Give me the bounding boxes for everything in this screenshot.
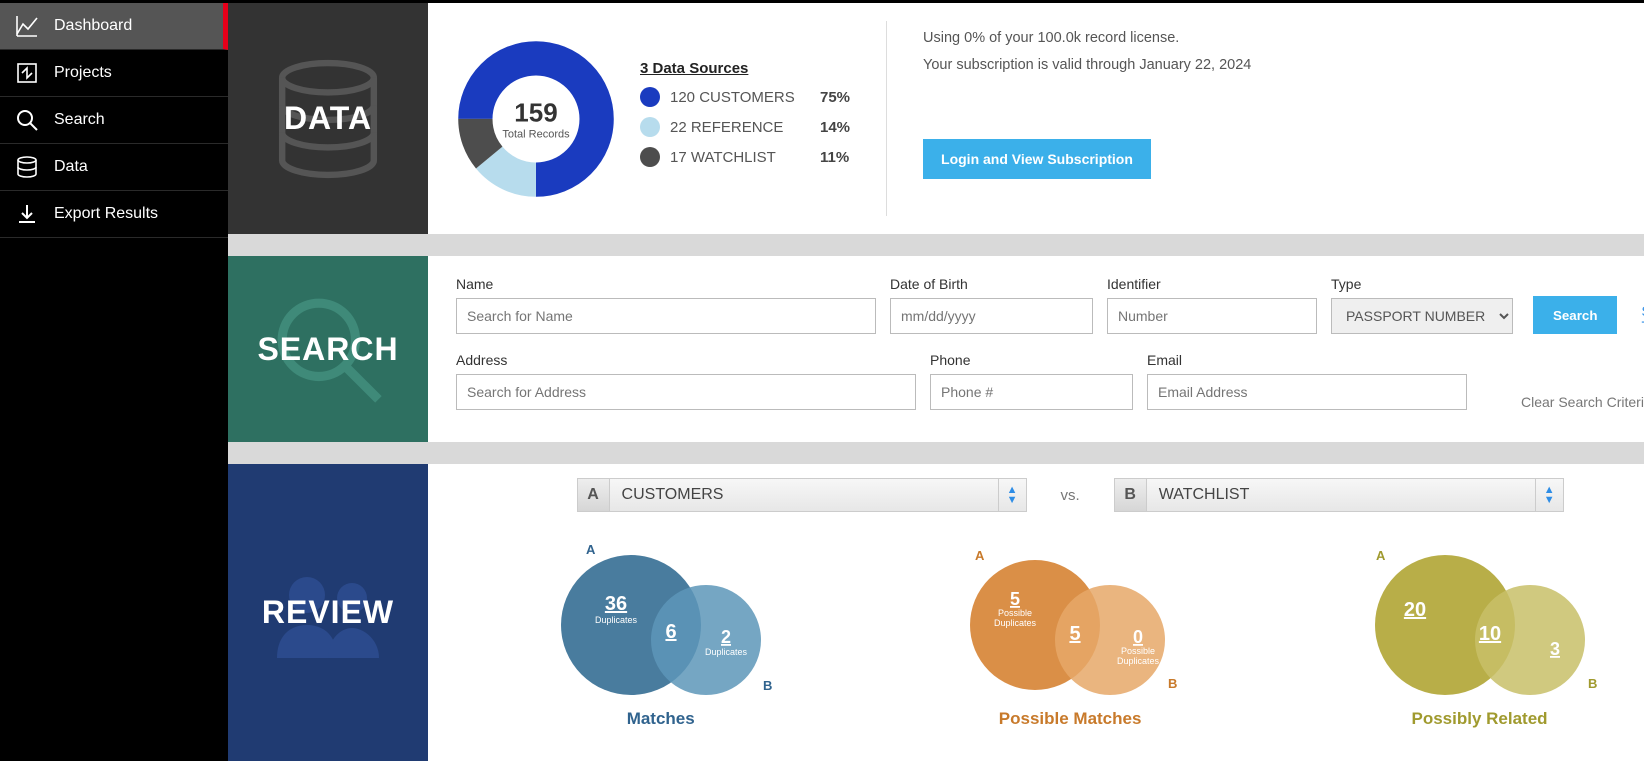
legend-dot-watchlist <box>640 147 660 167</box>
nav-dashboard[interactable]: Dashboard <box>0 3 228 50</box>
license-usage-text: Using 0% of your 100.0k record license. <box>923 25 1644 52</box>
login-subscription-button[interactable]: Login and View Subscription <box>923 139 1151 179</box>
review-panel-title: REVIEW <box>262 594 394 631</box>
selector-b-arrows[interactable]: ▲▼ <box>1535 479 1563 511</box>
dob-label: Date of Birth <box>890 276 1093 292</box>
selector-a-badge: A <box>578 479 610 511</box>
venn-matches: A 36 Duplicates 6 2 Duplicates B Matches <box>531 530 791 729</box>
svg-text:B: B <box>763 678 772 693</box>
search-panel-body: Name Date of Birth Identifier Type <box>428 256 1644 442</box>
type-select[interactable]: PASSPORT NUMBER <box>1331 298 1513 334</box>
phone-input[interactable] <box>930 374 1133 410</box>
clear-search-link[interactable]: Clear Search Criteria <box>1521 394 1644 410</box>
nav-search-label: Search <box>54 111 105 129</box>
svg-text:Duplicates: Duplicates <box>1117 656 1160 666</box>
selector-b-value: WATCHLIST <box>1147 479 1535 511</box>
svg-text:A: A <box>586 542 596 557</box>
selector-b-badge: B <box>1115 479 1147 511</box>
dashboard-icon <box>14 13 40 39</box>
total-records-value: 159 <box>502 97 569 128</box>
legend-dot-reference <box>640 117 660 137</box>
nav-dashboard-label: Dashboard <box>54 17 132 35</box>
selector-b[interactable]: B WATCHLIST ▲▼ <box>1114 478 1564 512</box>
svg-text:A: A <box>975 548 985 563</box>
legend-dot-customers <box>640 87 660 107</box>
venn-possible: A 5 Possible Duplicates 5 0 Possible Dup… <box>940 530 1200 729</box>
data-panel-body: 159 Total Records 3 Data Sources 120 CUS… <box>428 3 1644 234</box>
data-panel-title: DATA <box>284 100 372 137</box>
email-input[interactable] <box>1147 374 1467 410</box>
svg-text:A: A <box>1376 548 1386 563</box>
export-icon <box>14 201 40 227</box>
svg-text:0: 0 <box>1133 627 1143 647</box>
name-input[interactable] <box>456 298 876 334</box>
venn-related-title: Possibly Related <box>1350 709 1610 729</box>
legend-watchlist: 17 WATCHLIST 11% <box>640 147 850 167</box>
type-label: Type <box>1331 276 1513 292</box>
vs-label: vs. <box>1061 487 1080 504</box>
name-label: Name <box>456 276 876 292</box>
data-sources-title[interactable]: 3 Data Sources <box>640 60 850 77</box>
identifier-input[interactable] <box>1107 298 1317 334</box>
svg-text:5: 5 <box>1010 589 1020 609</box>
search-panel-title: SEARCH <box>257 331 398 368</box>
selector-a[interactable]: A CUSTOMERS ▲▼ <box>577 478 1027 512</box>
search-panel-header: SEARCH <box>228 256 428 442</box>
svg-text:20: 20 <box>1403 599 1425 621</box>
svg-text:3: 3 <box>1550 639 1560 659</box>
nav-export-label: Export Results <box>54 205 158 223</box>
legend-reference: 22 REFERENCE 14% <box>640 117 850 137</box>
nav-projects-label: Projects <box>54 64 112 82</box>
svg-text:6: 6 <box>665 621 676 643</box>
svg-text:5: 5 <box>1070 623 1081 645</box>
data-donut-chart: 159 Total Records <box>456 39 616 199</box>
svg-text:Duplicates: Duplicates <box>705 647 748 657</box>
search-button[interactable]: Search <box>1533 296 1617 334</box>
data-icon <box>14 154 40 180</box>
nav-data[interactable]: Data <box>0 144 228 191</box>
projects-icon <box>14 60 40 86</box>
nav-projects[interactable]: Projects <box>0 50 228 97</box>
svg-text:10: 10 <box>1478 623 1500 645</box>
nav-data-label: Data <box>54 158 88 176</box>
identifier-label: Identifier <box>1107 276 1317 292</box>
selector-a-arrows[interactable]: ▲▼ <box>998 479 1026 511</box>
data-panel-header: DATA <box>228 3 428 234</box>
nav-search[interactable]: Search <box>0 97 228 144</box>
review-panel-header: REVIEW <box>228 464 428 761</box>
data-divider <box>886 21 887 216</box>
email-label: Email <box>1147 352 1467 368</box>
venn-matches-title: Matches <box>531 709 791 729</box>
phone-label: Phone <box>930 352 1133 368</box>
selector-a-value: CUSTOMERS <box>610 479 998 511</box>
svg-text:Possible: Possible <box>998 608 1032 618</box>
license-expiry-text: Your subscription is valid through Janua… <box>923 52 1644 79</box>
dob-input[interactable] <box>890 298 1093 334</box>
search-icon <box>14 107 40 133</box>
svg-text:2: 2 <box>721 627 731 647</box>
venn-related: A 20 10 3 B Possibly Related <box>1350 530 1610 729</box>
review-panel-body: A CUSTOMERS ▲▼ vs. B WATCHLIST ▲▼ <box>428 464 1644 761</box>
svg-text:Duplicates: Duplicates <box>595 615 638 625</box>
address-label: Address <box>456 352 916 368</box>
svg-text:Possible: Possible <box>1121 646 1155 656</box>
svg-text:B: B <box>1588 676 1597 691</box>
svg-text:Duplicates: Duplicates <box>994 618 1037 628</box>
svg-text:B: B <box>1168 676 1177 691</box>
legend-customers: 120 CUSTOMERS 75% <box>640 87 850 107</box>
sidebar: Dashboard Projects Search Data Export Re… <box>0 3 228 761</box>
nav-export[interactable]: Export Results <box>0 191 228 238</box>
total-records-label: Total Records <box>502 128 569 140</box>
address-input[interactable] <box>456 374 916 410</box>
svg-text:36: 36 <box>605 593 627 615</box>
venn-possible-title: Possible Matches <box>940 709 1200 729</box>
